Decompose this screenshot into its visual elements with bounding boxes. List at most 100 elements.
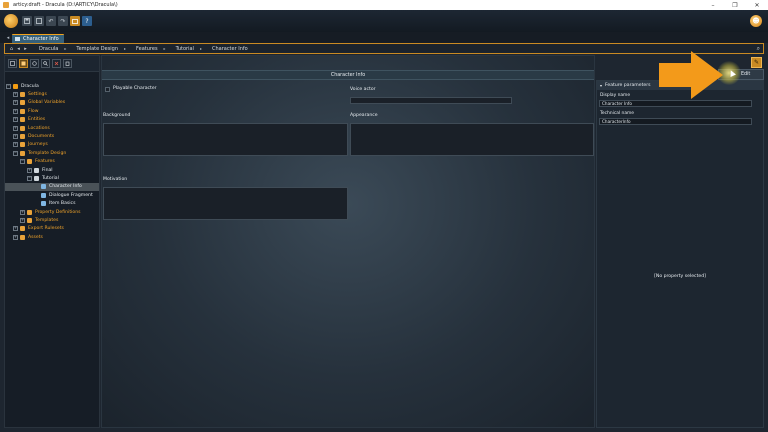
voice-actor-field[interactable]: [350, 97, 512, 104]
window-title-bar: articy:draft - Dracula (D:\ARTICY\Dracul…: [0, 0, 768, 10]
breadcrumb-separator-icon[interactable]: ▸: [200, 46, 202, 51]
tree-item-label: Journeys: [28, 142, 48, 148]
save-all-button[interactable]: [34, 16, 44, 26]
motivation-label: Motivation: [103, 177, 128, 182]
tree-item[interactable]: + Locations: [5, 124, 99, 132]
tree-item[interactable]: + Journeys: [5, 141, 99, 149]
tree-item[interactable]: Dialogue Fragment: [5, 191, 99, 199]
edit-mode-icon[interactable]: ✎: [751, 57, 762, 68]
tree-expander-button[interactable]: +: [27, 167, 32, 173]
breadcrumb-separator-icon[interactable]: ▸: [64, 46, 66, 51]
breadcrumb-item[interactable]: Tutorial ▸: [176, 46, 202, 52]
tree-expander-button[interactable]: +: [20, 209, 25, 215]
tab-character-info[interactable]: Character Info: [12, 34, 64, 43]
tree-item[interactable]: + Settings: [5, 90, 99, 98]
tab-label: Character Info: [23, 36, 59, 42]
tree-item[interactable]: + Global Variables: [5, 99, 99, 107]
back-button[interactable]: ◂: [15, 46, 22, 52]
help-icon: ?: [85, 17, 89, 25]
trash-icon: [65, 61, 70, 66]
motivation-field[interactable]: [103, 187, 348, 220]
user-account-icon[interactable]: ☻: [750, 15, 762, 27]
tree-expander-button[interactable]: +: [13, 142, 18, 148]
tree-item-label: Templates: [35, 217, 59, 223]
tree-expander-button[interactable]: −: [20, 159, 25, 165]
features-icon: [21, 61, 26, 66]
tree-item[interactable]: + Final: [5, 166, 99, 174]
tree-item-label: Global Variables: [28, 100, 66, 106]
tree-expander-button[interactable]: −: [27, 175, 32, 181]
maximize-button[interactable]: ❐: [724, 2, 746, 9]
breadcrumb-item[interactable]: Template Design ▸: [76, 46, 126, 52]
tree-item-label: Property Definitions: [35, 209, 81, 215]
tree-item[interactable]: − Tutorial: [5, 174, 99, 182]
tree-expander-button[interactable]: +: [13, 134, 18, 140]
tree-item-label: Documents: [28, 134, 55, 140]
tree-item[interactable]: Character Info: [5, 182, 99, 192]
background-field[interactable]: [103, 123, 348, 156]
articy-logo-icon: [13, 83, 18, 89]
breadcrumb-separator-icon[interactable]: ▸: [164, 46, 166, 51]
save-all-icon: [36, 18, 42, 24]
delete-button[interactable]: [52, 59, 61, 68]
help-button[interactable]: ?: [82, 16, 92, 26]
tree-item[interactable]: + Flow: [5, 107, 99, 115]
tree-item-label: Character Info: [49, 184, 82, 190]
trash-button[interactable]: [63, 59, 72, 68]
tree-item-label: Flow: [28, 108, 39, 114]
window-title: articy:draft - Dracula (D:\ARTICY\Dracul…: [13, 2, 118, 8]
tree-item[interactable]: Item Basics: [5, 199, 99, 207]
assets-icon: [20, 234, 25, 240]
articy-menu-button[interactable]: [4, 14, 18, 28]
tree-item[interactable]: − Template Design: [5, 149, 99, 157]
tree-item[interactable]: + Documents: [5, 132, 99, 140]
tree-item-label: Dialogue Fragment: [49, 192, 93, 198]
new-object-button[interactable]: [8, 59, 17, 68]
breadcrumb-item[interactable]: Dracula ▸: [39, 46, 66, 52]
search-icon: [43, 61, 48, 66]
feature-icon: [41, 192, 46, 198]
save-button[interactable]: [22, 16, 32, 26]
tab-scroll-left-button[interactable]: ◂: [4, 34, 12, 43]
tree-expander-button[interactable]: +: [13, 100, 18, 106]
tree-expander-button[interactable]: +: [13, 226, 18, 232]
tree-item[interactable]: + Entities: [5, 116, 99, 124]
appearance-field[interactable]: [350, 123, 594, 156]
breadcrumb-item[interactable]: Features ▸: [136, 46, 166, 52]
forward-button[interactable]: ▸: [22, 46, 29, 52]
tree-item-label: Locations: [28, 125, 50, 131]
playable-character-checkbox[interactable]: [105, 87, 110, 92]
tree-item[interactable]: + Property Definitions: [5, 208, 99, 216]
search-icon[interactable]: ⌕: [757, 45, 760, 53]
tree-item-label: Assets: [28, 234, 43, 240]
tree-item[interactable]: − Features: [5, 158, 99, 166]
tree-expander-button[interactable]: +: [13, 108, 18, 114]
tree-expander-button[interactable]: +: [20, 217, 25, 223]
breadcrumb-item[interactable]: Character Info: [212, 46, 248, 52]
tree-expander-button[interactable]: +: [13, 125, 18, 131]
minimize-button[interactable]: –: [702, 2, 724, 9]
tree-item[interactable]: − Dracula: [5, 82, 99, 90]
tree-expander-button[interactable]: +: [13, 234, 18, 240]
tree-item[interactable]: + Assets: [5, 233, 99, 241]
tree-expander-button[interactable]: +: [13, 92, 18, 98]
tree-item[interactable]: + Templates: [5, 216, 99, 224]
tree-expander-button[interactable]: +: [13, 117, 18, 123]
tree-expander-button[interactable]: −: [13, 150, 18, 156]
filter-features-button[interactable]: [19, 59, 28, 68]
find-button[interactable]: [41, 59, 50, 68]
home-icon[interactable]: ⌂: [8, 46, 15, 52]
view-button[interactable]: [70, 16, 80, 26]
technical-name-field[interactable]: CharacterInfo: [599, 118, 752, 125]
tree-item-label: Dracula: [21, 83, 39, 89]
undo-button[interactable]: ↶: [46, 16, 56, 26]
navigator-panel: − Dracula + Settings + Global Variables + Flow +…: [4, 55, 100, 428]
redo-button[interactable]: ↷: [58, 16, 68, 26]
breadcrumb-separator-icon[interactable]: ▸: [124, 46, 126, 51]
tree-expander-button[interactable]: −: [6, 83, 11, 89]
filter-button[interactable]: [30, 59, 39, 68]
close-button[interactable]: ✕: [746, 2, 768, 9]
tree-item[interactable]: + Export Rulesets: [5, 225, 99, 233]
chevron-down-icon: ▾: [600, 83, 603, 88]
